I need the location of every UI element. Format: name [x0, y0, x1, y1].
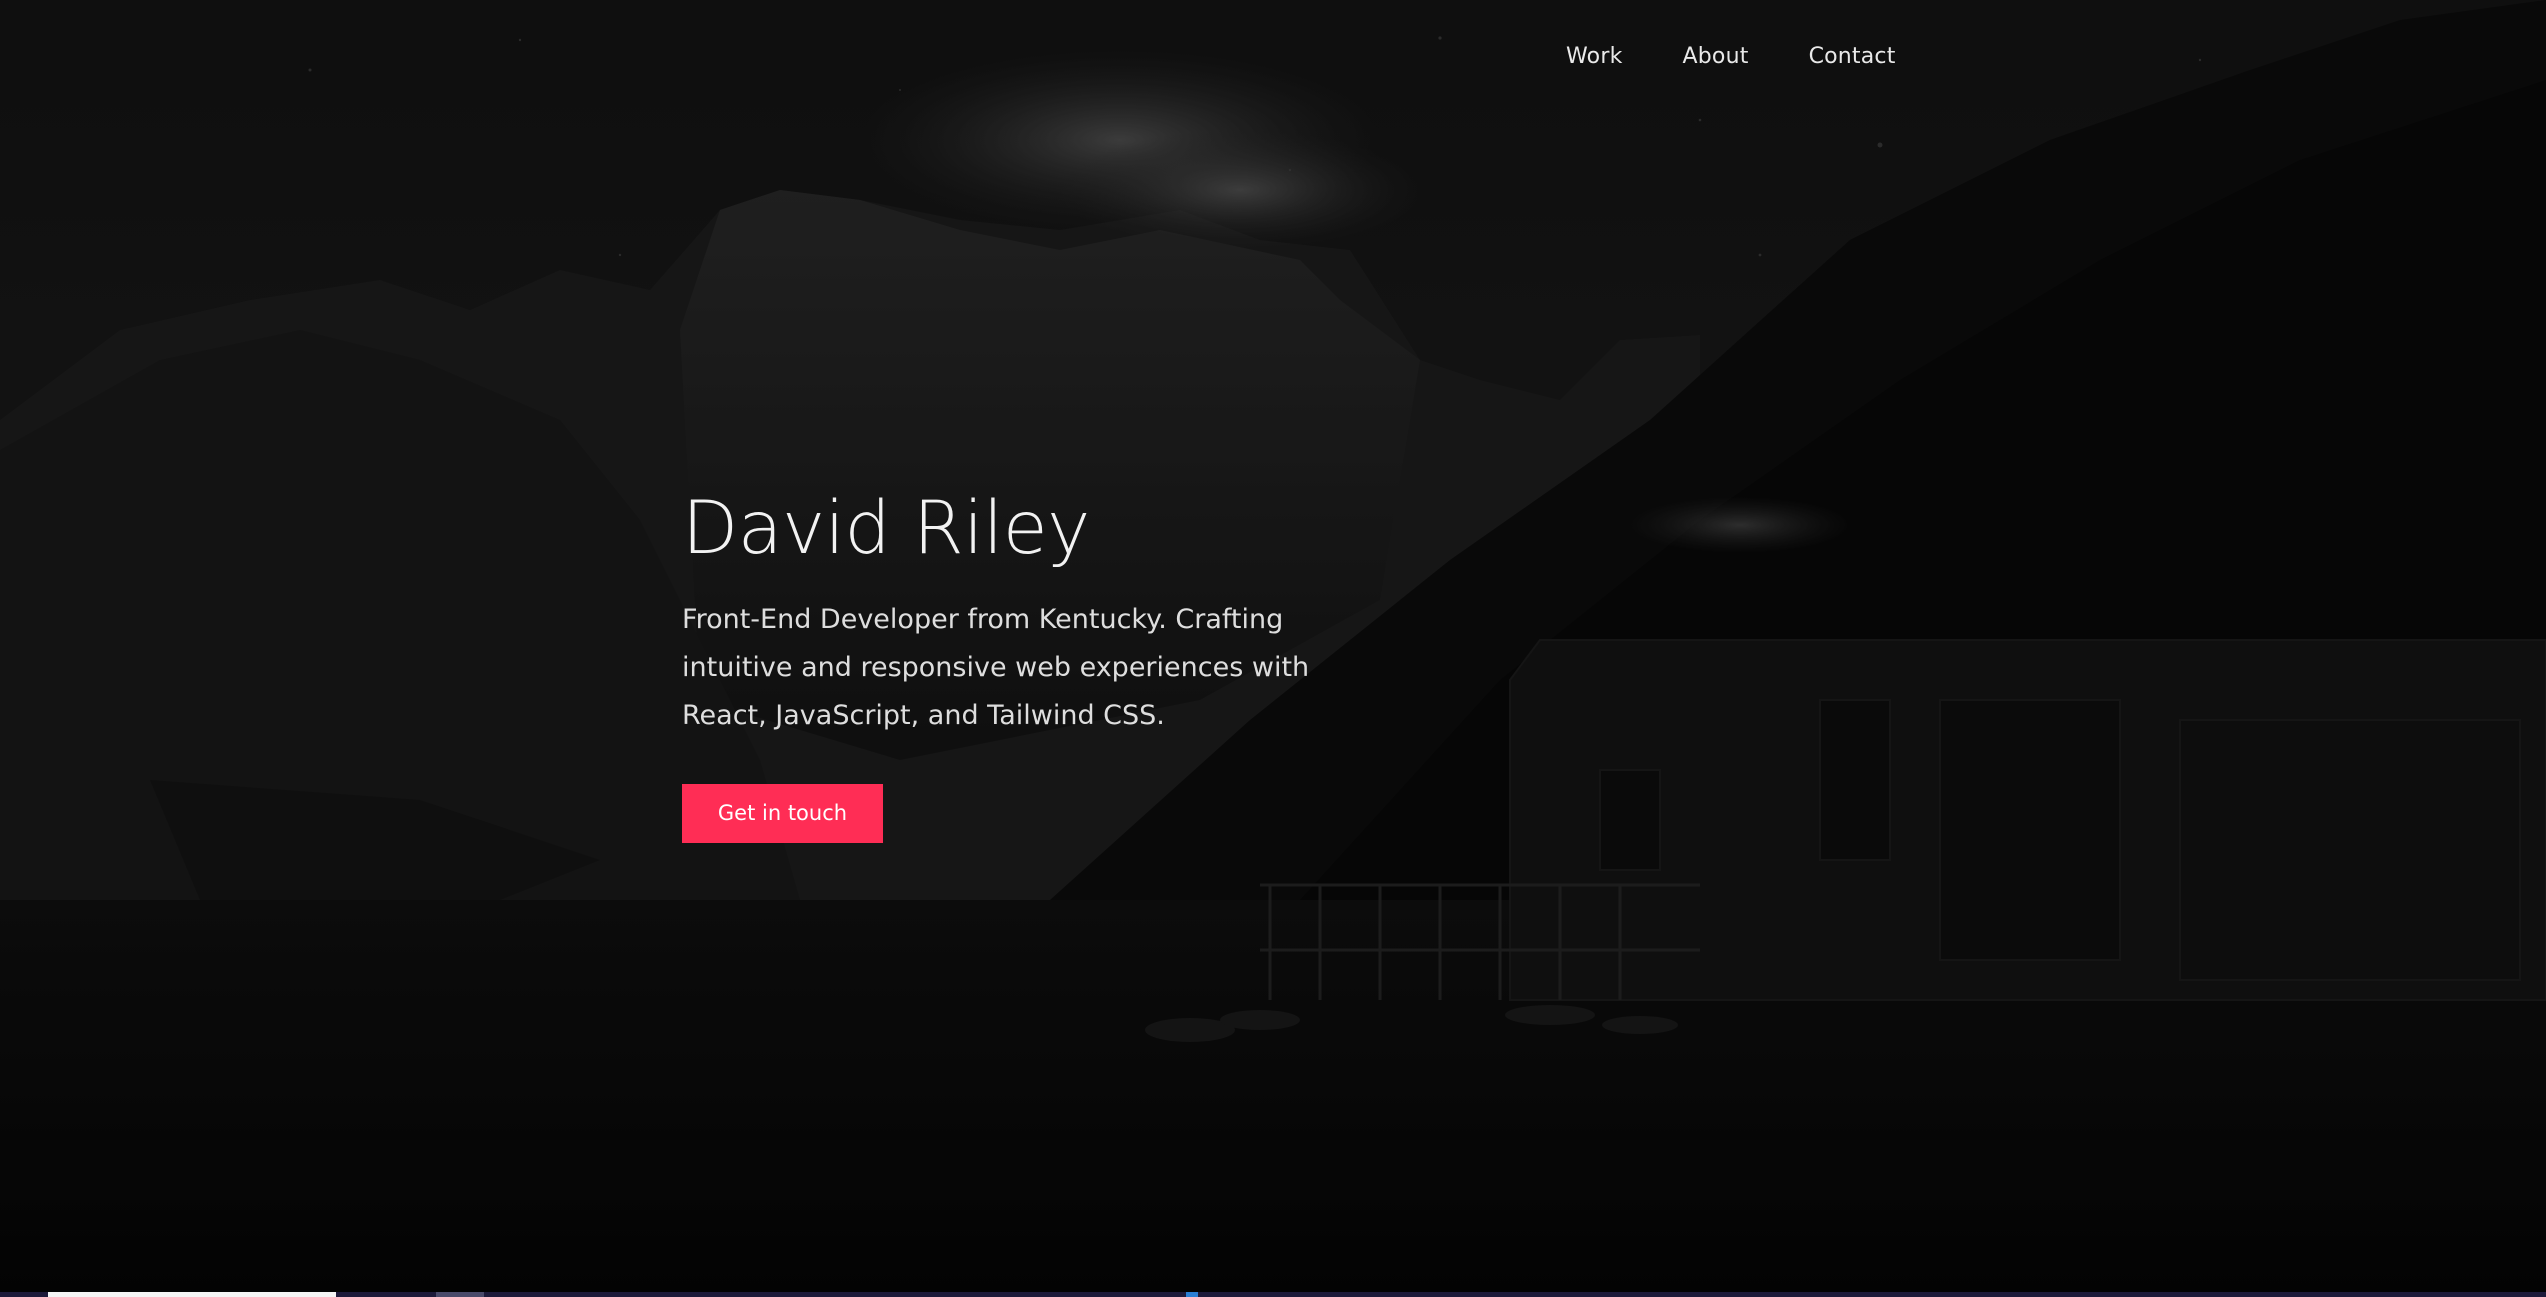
hero-section: David Riley Front-End Developer from Ken… — [682, 484, 1442, 843]
nav-link-contact[interactable]: Contact — [1809, 44, 1896, 69]
hero-title: David Riley — [682, 486, 1090, 571]
hero-description: Front-End Developer from Kentucky. Craft… — [682, 604, 1310, 731]
page-viewport: Work About Contact David Riley Front-End… — [0, 0, 2546, 1297]
nav-link-about[interactable]: About — [1683, 44, 1749, 69]
get-in-touch-button[interactable]: Get in touch — [682, 784, 883, 843]
taskbar-item — [436, 1292, 484, 1297]
nav-link-work[interactable]: Work — [1566, 44, 1623, 69]
os-taskbar-strip — [0, 1292, 2546, 1297]
taskbar-window-thumbnail — [48, 1292, 336, 1297]
main-nav: Work About Contact — [1566, 44, 1896, 69]
taskbar-app-icon — [1186, 1292, 1198, 1297]
